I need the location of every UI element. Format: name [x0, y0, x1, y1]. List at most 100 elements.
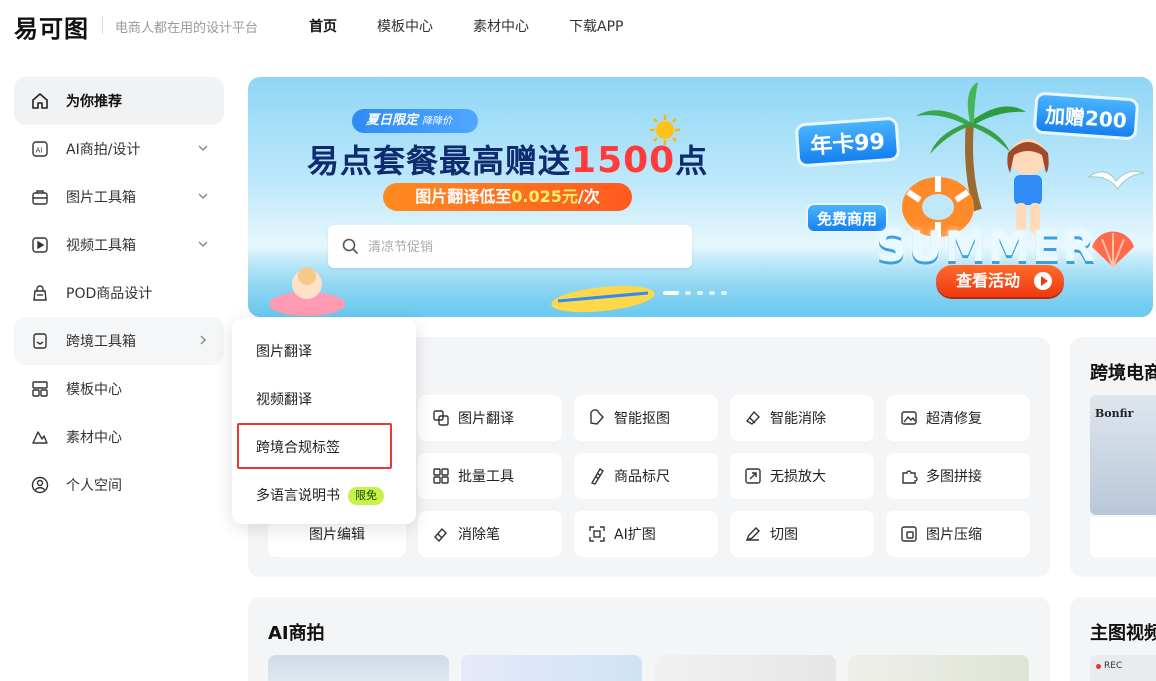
- pen-icon: [744, 525, 762, 543]
- tool-image-translate[interactable]: 图片翻译: [418, 395, 562, 441]
- tool-batch[interactable]: 批量工具: [418, 453, 562, 499]
- ai-shoot-thumbnail[interactable]: [655, 655, 836, 681]
- tool-multi-stitch[interactable]: 多图拼接: [886, 453, 1030, 499]
- ai-shoot-thumbnail[interactable]: [848, 655, 1029, 681]
- restore-icon: [900, 409, 918, 427]
- sidebar-item-label: 跨境工具箱: [66, 334, 136, 350]
- tool-smart-cutout[interactable]: 智能抠图: [574, 395, 718, 441]
- sub-suffix: /次: [577, 187, 600, 206]
- home-icon: [30, 91, 50, 111]
- sidebar-item-label: 模板中心: [66, 382, 122, 398]
- slogan: 电商人都在用的设计平台: [115, 21, 259, 36]
- sidebar-item-label: 为你推荐: [66, 94, 122, 110]
- tool-cut-image[interactable]: 切图: [730, 511, 874, 557]
- ai-shoot-panel: AI商拍: [248, 597, 1050, 681]
- limited-free-badge: 限免: [348, 487, 384, 505]
- product-label: Bonfir: [1095, 407, 1134, 420]
- tool-label: 智能抠图: [614, 411, 670, 427]
- tool-label: 切图: [770, 527, 798, 543]
- carousel-dots[interactable]: [663, 291, 727, 295]
- sidebar-item-label: 图片工具箱: [66, 190, 136, 206]
- chevron-down-icon[interactable]: [196, 237, 210, 251]
- crossborder-flyout-menu: 图片翻译 视频翻译 跨境合规标签 多语言说明书 限免: [232, 318, 416, 524]
- carousel-dot[interactable]: [721, 291, 727, 295]
- tool-label: 商品标尺: [614, 469, 670, 485]
- flyout-item-label: 多语言说明书: [256, 488, 340, 504]
- template-icon: [30, 379, 50, 399]
- seagull-illustration: [1087, 170, 1145, 190]
- badge-bonus: 加赠200: [1032, 91, 1140, 141]
- chevron-down-icon[interactable]: [196, 141, 210, 155]
- sidebar-item-materials[interactable]: 素材中心: [14, 413, 224, 461]
- flyout-item-compliance-label[interactable]: 跨境合规标签: [256, 437, 340, 457]
- chevron-down-icon[interactable]: [196, 189, 210, 203]
- sub-price: 0.025元: [511, 187, 578, 206]
- sub-prefix: 图片翻译低至: [415, 187, 512, 206]
- baby-float-illustration: [269, 267, 345, 316]
- sidebar-item-label: AI商拍/设计: [66, 142, 141, 158]
- nav-download-app[interactable]: 下载APP: [569, 16, 623, 36]
- headline-prefix: 易点套餐最高赠送: [307, 142, 572, 180]
- tool-label: 批量工具: [458, 469, 514, 485]
- nav-templates[interactable]: 模板中心: [377, 16, 433, 36]
- tool-smart-erase[interactable]: 智能消除: [730, 395, 874, 441]
- ai-shoot-thumbnail[interactable]: [268, 655, 449, 681]
- promo-banner[interactable]: 夏日限定降降价 易点套餐最高赠送1500点 图片翻译低至0.025元/次 年卡9…: [248, 77, 1153, 317]
- sidebar-item-pod[interactable]: POD商品设计: [14, 269, 224, 317]
- surfboard-illustration: [551, 285, 655, 313]
- logo[interactable]: 易可图: [14, 9, 89, 44]
- nav-home[interactable]: 首页: [309, 16, 337, 36]
- crossborder-icon: [30, 331, 50, 351]
- sidebar-item-label: 个人空间: [66, 478, 122, 494]
- video-thumbnail[interactable]: REC: [1090, 655, 1156, 681]
- sidebar-item-recommend[interactable]: 为你推荐: [14, 77, 224, 125]
- tool-product-ruler[interactable]: 商品标尺: [574, 453, 718, 499]
- sidebar-item-crossborder[interactable]: 跨境工具箱: [14, 317, 224, 365]
- carousel-dot[interactable]: [709, 291, 715, 295]
- puzzle-icon: [900, 467, 918, 485]
- enlarge-icon: [744, 467, 762, 485]
- carousel-dot[interactable]: [685, 291, 691, 295]
- tool-erase-pen[interactable]: 消除笔: [418, 511, 562, 557]
- search-input[interactable]: [368, 236, 668, 258]
- sidebar-item-personal-space[interactable]: 个人空间: [14, 461, 224, 509]
- tool-ai-expand[interactable]: AI扩图: [574, 511, 718, 557]
- sidebar-item-label: 素材中心: [66, 430, 122, 446]
- toolbox-icon: [30, 187, 50, 207]
- sidebar-item-templates[interactable]: 模板中心: [14, 365, 224, 413]
- main-image-video-card[interactable]: 主图视频 REC: [1070, 597, 1156, 681]
- tool-label: 超清修复: [926, 411, 982, 427]
- tool-label: AI扩图: [614, 527, 656, 543]
- ai-shoot-thumbnail[interactable]: [461, 655, 642, 681]
- grid-icon: [432, 467, 450, 485]
- flyout-item-multilang-manual[interactable]: 多语言说明书 限免: [256, 485, 384, 505]
- ruler-icon: [588, 467, 606, 485]
- sidebar-item-ai[interactable]: AI AI商拍/设计: [14, 125, 224, 173]
- flyout-item-image-translate[interactable]: 图片翻译: [256, 341, 312, 361]
- sidebar-item-image-toolbox[interactable]: 图片工具箱: [14, 173, 224, 221]
- nav-materials[interactable]: 素材中心: [473, 16, 529, 36]
- top-bar: 易可图 电商人都在用的设计平台 首页 模板中心 素材中心 下载APP: [0, 0, 1156, 52]
- chevron-right-icon[interactable]: [196, 333, 210, 347]
- crossborder-ecommerce-card[interactable]: 跨境电商 Bonfir: [1070, 337, 1156, 577]
- tool-label: 消除笔: [458, 527, 500, 543]
- video-icon: [30, 235, 50, 255]
- flyout-item-video-translate[interactable]: 视频翻译: [256, 389, 312, 409]
- tool-hd-restore[interactable]: 超清修复: [886, 395, 1030, 441]
- compress-icon: [900, 525, 918, 543]
- tool-image-compress[interactable]: 图片压缩: [886, 511, 1030, 557]
- eraser-icon: [744, 409, 762, 427]
- sidebar-item-video-toolbox[interactable]: 视频工具箱: [14, 221, 224, 269]
- tool-lossless-enlarge[interactable]: 无损放大: [730, 453, 874, 499]
- sidebar-item-label: POD商品设计: [66, 286, 153, 302]
- tool-label: 智能消除: [770, 411, 826, 427]
- rec-indicator: REC: [1095, 661, 1123, 671]
- banner-search-box[interactable]: [328, 225, 692, 268]
- material-icon: [30, 427, 50, 447]
- logo-divider: [102, 16, 103, 34]
- cutout-icon: [588, 409, 606, 427]
- view-activity-button[interactable]: 查看活动: [936, 265, 1064, 297]
- tool-label: 多图拼接: [926, 469, 982, 485]
- carousel-dot[interactable]: [663, 291, 679, 295]
- carousel-dot[interactable]: [697, 291, 703, 295]
